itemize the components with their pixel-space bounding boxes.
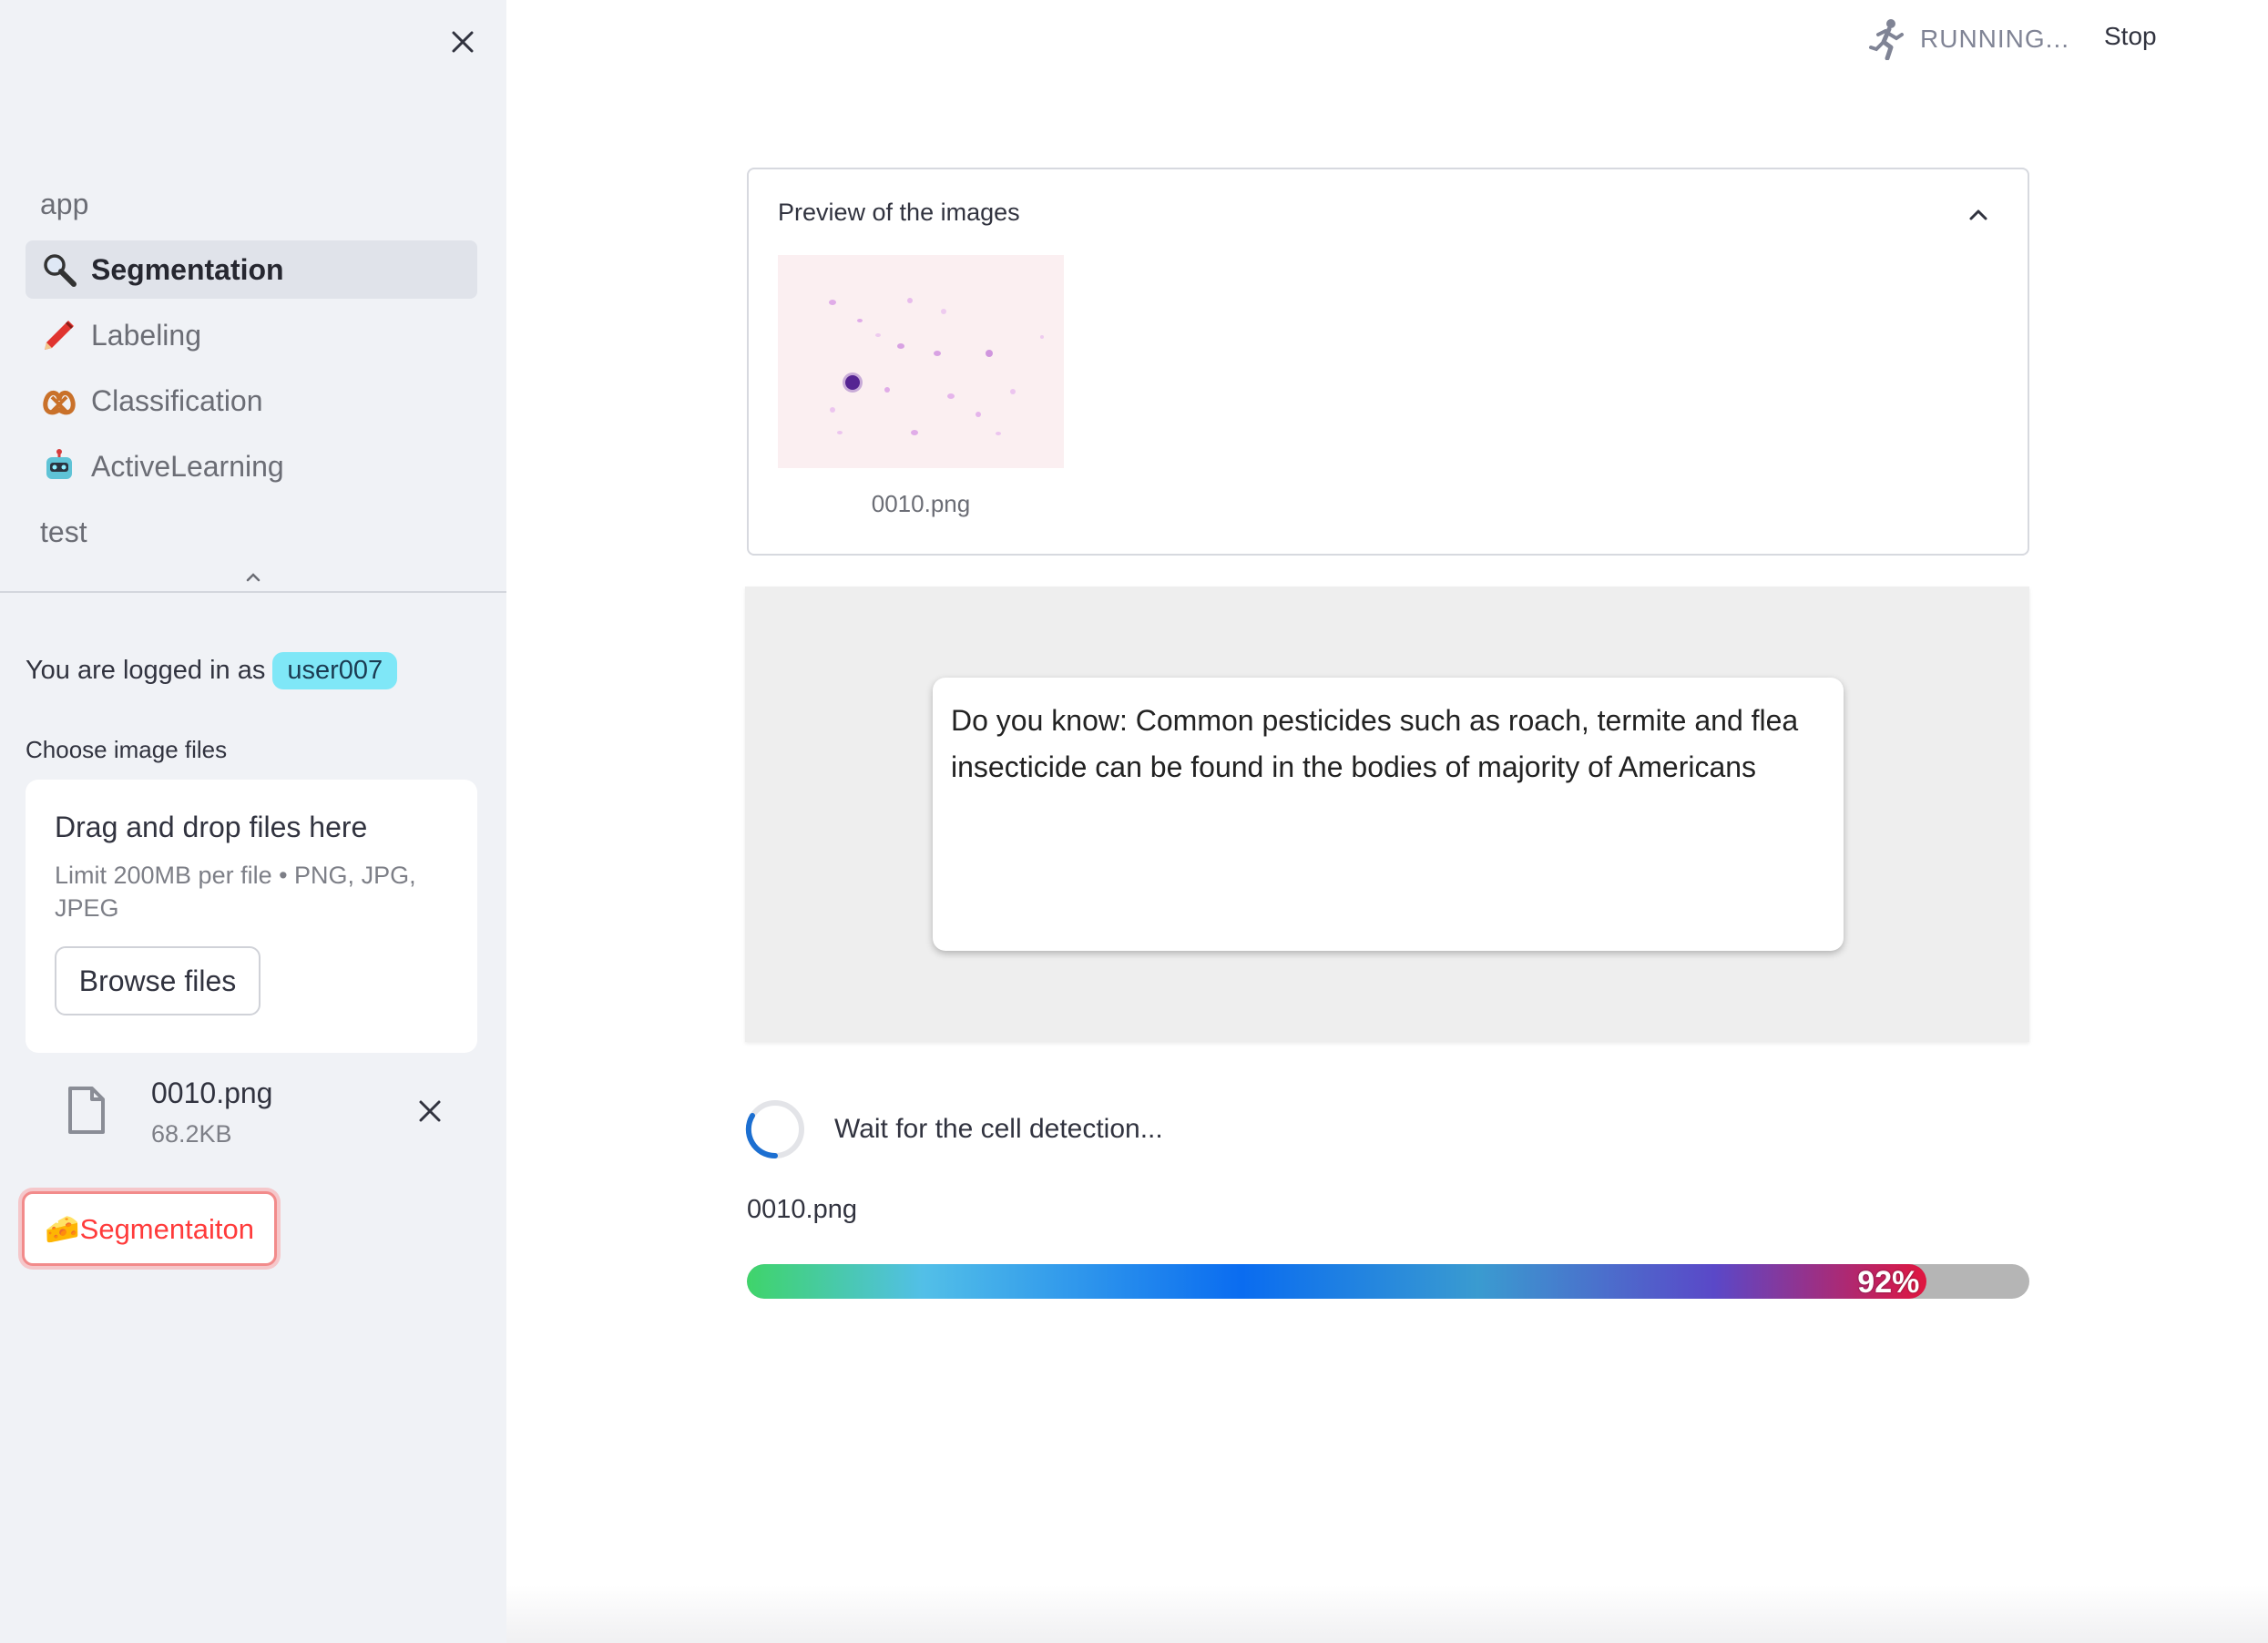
sidebar-item-activelearning[interactable]: ActiveLearning xyxy=(26,437,477,495)
tip-card: Do you know: Common pesticides such as r… xyxy=(933,678,1844,951)
progress-fill: 92% xyxy=(747,1264,1927,1299)
dropzone-limit: Limit 200MB per file • PNG, JPG, JPEG xyxy=(55,862,416,922)
sidebar-divider xyxy=(0,591,506,593)
sidebar-item-label: Classification xyxy=(91,383,263,417)
sidebar-item-label: ActiveLearning xyxy=(91,449,284,483)
sidebar-item-label: app xyxy=(40,187,89,220)
sidebar-item-test[interactable]: test xyxy=(26,503,477,561)
stop-button[interactable]: Stop xyxy=(2104,22,2157,51)
collapse-nav-button[interactable] xyxy=(242,566,264,588)
close-icon xyxy=(452,31,474,53)
progress-bar: 92% xyxy=(747,1264,2029,1299)
file-dropzone[interactable]: Drag and drop files here Limit 200MB per… xyxy=(26,780,477,1053)
browse-files-button[interactable]: Browse files xyxy=(55,946,261,1015)
sidebar-item-segmentation[interactable]: Segmentation xyxy=(26,240,477,299)
pretzel-icon xyxy=(40,382,78,420)
chevron-up-icon xyxy=(246,573,261,582)
sidebar: app Segmentation Labeling Classification… xyxy=(0,0,506,1643)
bottom-fade xyxy=(506,1585,2268,1643)
running-man-icon xyxy=(1869,19,1904,60)
dropzone-title: Drag and drop files here xyxy=(55,811,368,843)
uploaded-file-name: 0010.png xyxy=(151,1077,273,1109)
uploaded-file-size: 68.2KB xyxy=(151,1120,232,1148)
login-status: You are logged in as user007 xyxy=(26,652,398,689)
username-badge: user007 xyxy=(272,652,398,689)
status-text: RUNNING... xyxy=(1920,25,2069,53)
uploader-label: Choose image files xyxy=(26,736,228,763)
file-icon xyxy=(68,1087,105,1134)
running-status: RUNNING... xyxy=(1867,18,2069,60)
spinner-text: Wait for the cell detection... xyxy=(834,1114,1163,1144)
preview-image xyxy=(778,255,1064,468)
pencil-icon xyxy=(40,316,78,354)
sidebar-item-app[interactable]: app xyxy=(26,175,477,233)
login-prefix: You are logged in as xyxy=(26,656,266,685)
close-sidebar-button[interactable] xyxy=(446,26,479,58)
loading-spinner-icon xyxy=(745,1100,804,1159)
preview-caption: 0010.png xyxy=(871,490,971,517)
close-icon xyxy=(419,1100,441,1122)
sidebar-nav: app Segmentation Labeling Classification… xyxy=(26,175,477,568)
spinner-status: Wait for the cell detection... xyxy=(745,1098,1163,1160)
sidebar-item-labeling[interactable]: Labeling xyxy=(26,306,477,364)
expander-title[interactable]: Preview of the images xyxy=(778,199,1020,227)
progress-percent: 92% xyxy=(1857,1265,1920,1299)
tip-panel: Do you know: Common pesticides such as r… xyxy=(745,587,2029,1042)
magnifier-icon xyxy=(40,250,78,289)
sidebar-item-label: Labeling xyxy=(91,318,201,352)
robot-icon xyxy=(40,447,78,485)
preview-expander: Preview of the images 0010.png xyxy=(747,168,2029,556)
progress-label: 0010.png xyxy=(747,1195,857,1224)
sidebar-item-label: Segmentation xyxy=(91,252,284,286)
sidebar-item-label: test xyxy=(40,515,87,548)
sidebar-item-classification[interactable]: Classification xyxy=(26,372,477,430)
segmentation-button[interactable]: 🧀Segmentaiton xyxy=(22,1191,277,1266)
remove-file-button[interactable] xyxy=(412,1093,448,1129)
chevron-up-icon[interactable] xyxy=(1966,202,1991,228)
uploaded-file-item: 0010.png 68.2KB xyxy=(26,1071,477,1153)
